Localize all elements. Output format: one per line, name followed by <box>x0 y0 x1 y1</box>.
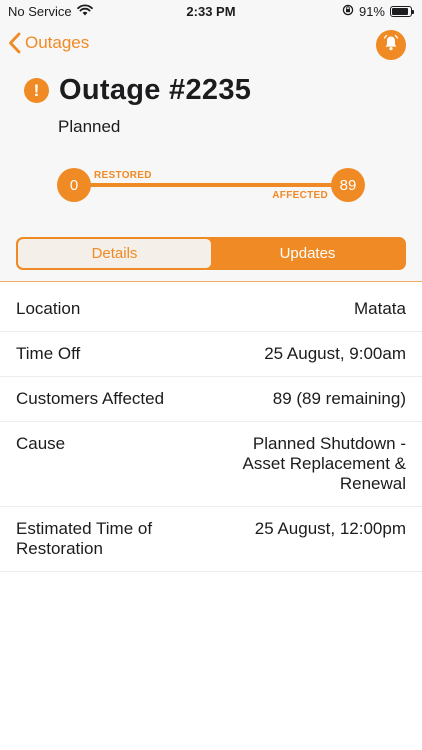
restoration-progress: 0 RESTORED AFFECTED 89 <box>57 168 365 202</box>
battery-percent: 91% <box>358 4 385 19</box>
battery-icon <box>390 6 414 17</box>
back-button-label: Outages <box>25 33 90 52</box>
outage-detail-screen: No Service 2:33 PM 91% Outages ! Outage … <box>0 0 422 750</box>
detail-label: Cause <box>16 434 66 453</box>
outage-status: Planned <box>58 117 121 136</box>
bell-icon <box>382 34 400 57</box>
detail-row-cause: Cause Planned Shutdown - Asset Replaceme… <box>0 422 422 507</box>
outage-header: Outages ! Outage #2235 Planned 0 RESTORE… <box>0 24 422 282</box>
title-row: ! Outage #2235 <box>24 74 251 107</box>
tab-updates[interactable]: Updates <box>211 239 404 268</box>
detail-label: Estimated Time of Restoration <box>16 519 153 558</box>
segmented-control: Details Updates <box>16 237 406 270</box>
exclamation-icon: ! <box>24 78 49 103</box>
orientation-lock-icon <box>342 4 354 19</box>
detail-value: Planned Shutdown - Asset Replacement & R… <box>242 434 406 493</box>
detail-row-customers: Customers Affected 89 (89 remaining) <box>0 377 422 422</box>
tab-details[interactable]: Details <box>18 239 211 268</box>
status-right: 91% <box>342 4 414 19</box>
detail-label: Customers Affected <box>16 389 165 408</box>
back-button[interactable]: Outages <box>8 32 89 54</box>
detail-row-etr: Estimated Time of Restoration 25 August,… <box>0 507 422 572</box>
detail-row-time-off: Time Off 25 August, 9:00am <box>0 332 422 377</box>
restored-label: RESTORED <box>94 170 152 181</box>
status-bar: No Service 2:33 PM 91% <box>0 0 422 24</box>
detail-label: Time Off <box>16 344 81 363</box>
detail-value: Matata <box>354 299 406 318</box>
affected-count: 89 <box>331 168 365 202</box>
notification-bell-button[interactable] <box>376 30 406 60</box>
detail-value: 89 (89 remaining) <box>272 389 406 408</box>
header-divider <box>0 281 422 282</box>
detail-label: Location <box>16 299 81 318</box>
page-title: Outage #2235 <box>59 74 252 106</box>
detail-value: 25 August, 9:00am <box>264 344 406 363</box>
affected-label: AFFECTED <box>272 190 328 201</box>
detail-value: 25 August, 12:00pm <box>254 519 406 538</box>
restored-count: 0 <box>57 168 91 202</box>
details-list: Location Matata Time Off 25 August, 9:00… <box>0 287 422 572</box>
chevron-left-icon <box>8 32 21 54</box>
progress-track <box>74 183 348 187</box>
detail-row-location: Location Matata <box>0 287 422 332</box>
